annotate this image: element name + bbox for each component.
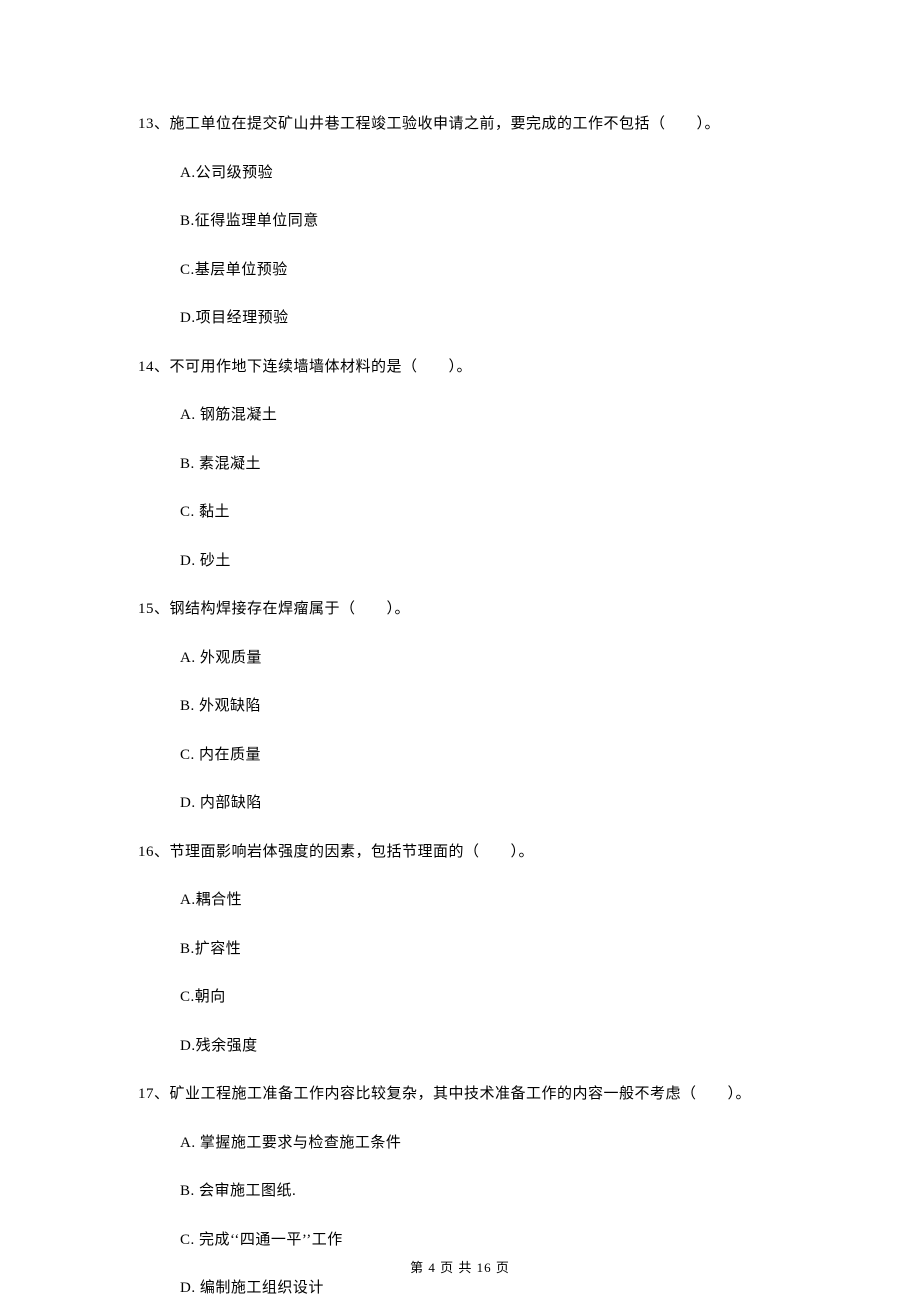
- question-option: A.公司级预验: [180, 162, 820, 185]
- document-page: 13、施工单位在提交矿山井巷工程竣工验收申请之前，要完成的工作不包括（ ）。 A…: [0, 0, 920, 1302]
- question-option: D.残余强度: [180, 1035, 820, 1058]
- question-option: C. 完成‘‘四通一平’’工作: [180, 1229, 820, 1252]
- question-option: D. 砂土: [180, 550, 820, 573]
- question-stem: 14、不可用作地下连续墙墙体材料的是（ ）。: [138, 356, 820, 379]
- question-option: A. 掌握施工要求与检查施工条件: [180, 1132, 820, 1155]
- question-option: B.扩容性: [180, 938, 820, 961]
- question-option: B. 会审施工图纸.: [180, 1180, 820, 1203]
- question-stem: 16、节理面影响岩体强度的因素，包括节理面的（ ）。: [138, 841, 820, 864]
- question-option: C. 内在质量: [180, 744, 820, 767]
- question-option: D. 编制施工组织设计: [180, 1277, 820, 1300]
- question-option: A. 外观质量: [180, 647, 820, 670]
- question-option: A.耦合性: [180, 889, 820, 912]
- question-option: C.朝向: [180, 986, 820, 1009]
- question-option: C. 黏土: [180, 501, 820, 524]
- page-footer: 第 4 页 共 16 页: [0, 1257, 920, 1276]
- question-option: C.基层单位预验: [180, 259, 820, 282]
- question-stem: 15、钢结构焊接存在焊瘤属于（ ）。: [138, 598, 820, 621]
- question-stem: 13、施工单位在提交矿山井巷工程竣工验收申请之前，要完成的工作不包括（ ）。: [138, 113, 820, 136]
- question-option: B. 素混凝土: [180, 453, 820, 476]
- question-option: D. 内部缺陷: [180, 792, 820, 815]
- question-option: B.征得监理单位同意: [180, 210, 820, 233]
- question-option: A. 钢筋混凝土: [180, 404, 820, 427]
- question-stem: 17、矿业工程施工准备工作内容比较复杂，其中技术准备工作的内容一般不考虑（ ）。: [138, 1083, 820, 1106]
- question-option: B. 外观缺陷: [180, 695, 820, 718]
- question-option: D.项目经理预验: [180, 307, 820, 330]
